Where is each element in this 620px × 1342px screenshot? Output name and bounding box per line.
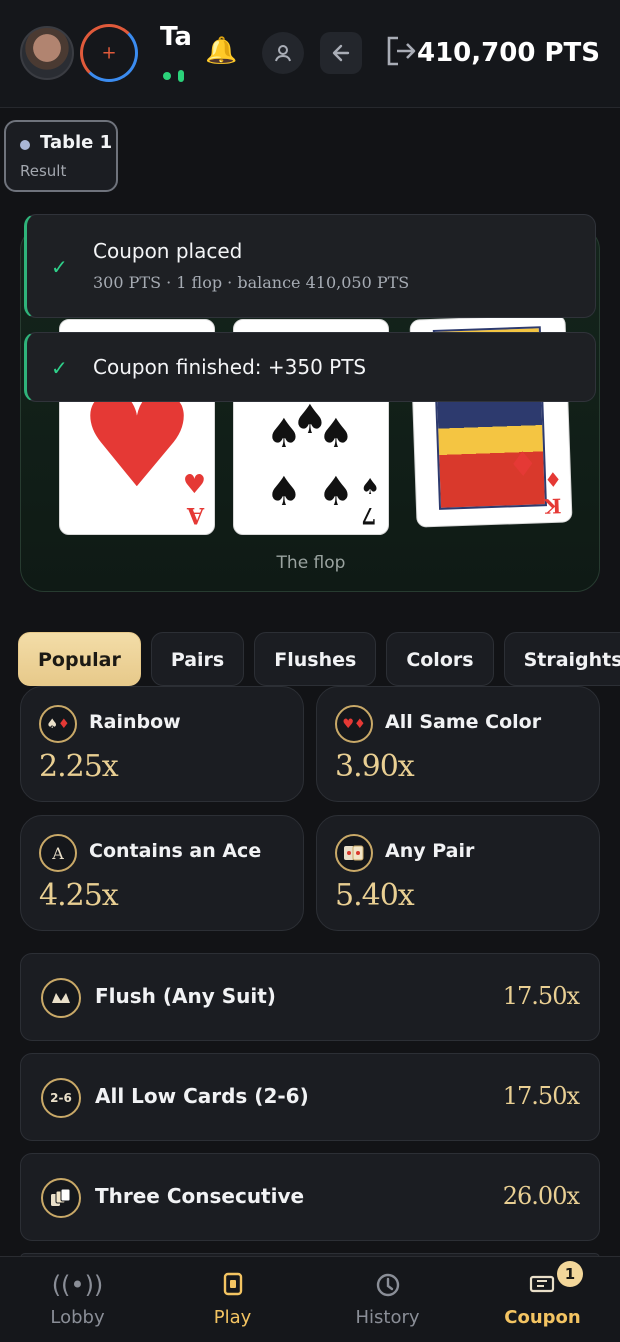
category-tabs: Popular Pairs Flushes Colors Straights: [18, 632, 620, 686]
check-icon: ✓: [51, 255, 68, 279]
ace-icon: A: [39, 834, 77, 872]
pair-icon: [335, 834, 373, 872]
spade-suit-icon: ♠: [360, 474, 380, 500]
bet-row-three-consecutive[interactable]: Three Consecutive 26.00x: [20, 1153, 600, 1241]
low-cards-icon: 2-6: [41, 1078, 81, 1118]
toast-title: Coupon finished: +350 PTS: [93, 355, 367, 379]
bet-label: Rainbow: [89, 711, 181, 733]
spade-pip: ♠: [318, 410, 354, 457]
table-selector[interactable]: Table 1 Result: [4, 120, 118, 192]
rainbow-suits-icon: ♠ ♦: [39, 705, 77, 743]
bet-tile-contains-ace[interactable]: A Contains an Ace 4.25x: [20, 815, 304, 931]
user-name: Ta: [160, 22, 190, 52]
nav-label: Lobby: [50, 1307, 105, 1328]
tab-flushes[interactable]: Flushes: [254, 632, 377, 686]
toast-title: Coupon placed: [93, 239, 243, 263]
bet-odds: 5.40x: [335, 878, 415, 913]
online-status-dot: [163, 72, 171, 80]
tab-popular[interactable]: Popular: [18, 632, 141, 686]
tab-pairs[interactable]: Pairs: [150, 632, 245, 686]
bet-label: Contains an Ace: [89, 840, 262, 862]
bet-odds: 4.25x: [39, 878, 119, 913]
bet-row-low-cards[interactable]: 2-6 All Low Cards (2-6) 17.50x: [20, 1053, 600, 1141]
bottom-nav: ((•)) Lobby Play History 1 Coupon: [0, 1256, 620, 1342]
bet-label: Three Consecutive: [95, 1184, 305, 1208]
top-header: + Ta 🔔 410,700 PTS: [0, 0, 620, 108]
card-rank: A: [186, 502, 204, 528]
toast-coupon-finished[interactable]: ✓ Coupon finished: +350 PTS: [24, 332, 596, 402]
level-ring-icon[interactable]: +: [80, 24, 138, 82]
bet-tile-any-pair[interactable]: Any Pair 5.40x: [316, 815, 600, 931]
logout-button[interactable]: [384, 34, 418, 76]
bet-label: Any Pair: [385, 840, 475, 862]
suit-pip: ♦: [543, 467, 563, 493]
card-rank: 7: [360, 502, 376, 528]
user-avatar[interactable]: [20, 26, 74, 80]
coupon-count-badge: 1: [557, 1261, 583, 1287]
status-text-truncated: [178, 70, 184, 82]
nav-label: Play: [213, 1307, 252, 1328]
bet-tile-rainbow[interactable]: ♠ ♦ Rainbow 2.25x: [20, 686, 304, 802]
nav-lobby[interactable]: ((•)) Lobby: [0, 1257, 155, 1342]
bet-odds: 26.00x: [502, 1182, 580, 1210]
logout-icon: [387, 36, 416, 66]
bet-label: Flush (Any Suit): [95, 984, 276, 1008]
bet-odds: 3.90x: [335, 749, 415, 784]
spade-pip: ♠: [266, 410, 302, 457]
coupon-icon: [465, 1271, 620, 1301]
flush-icon: [41, 978, 81, 1018]
diamond-suit-icon: ♦: [506, 444, 539, 486]
nav-coupon[interactable]: 1 Coupon: [465, 1257, 620, 1342]
profile-button[interactable]: [262, 32, 304, 74]
arrow-left-icon: [332, 44, 350, 62]
toast-coupon-placed[interactable]: ✓ Coupon placed 300 PTS · 1 flop · balan…: [24, 214, 596, 318]
broadcast-icon: ((•)): [51, 1271, 104, 1299]
tab-straights[interactable]: Straights: [503, 632, 620, 686]
nav-label: Coupon: [504, 1307, 581, 1328]
bet-odds: 2.25x: [39, 749, 119, 784]
tab-colors[interactable]: Colors: [386, 632, 494, 686]
nav-label: History: [355, 1307, 420, 1328]
toast-subtitle: 300 PTS · 1 flop · balance 410,050 PTS: [93, 273, 410, 292]
bet-odds: 17.50x: [502, 1082, 580, 1110]
bet-tile-all-same-color[interactable]: ♥♦ All Same Color 3.90x: [316, 686, 600, 802]
consecutive-cards-icon: [41, 1178, 81, 1218]
table-state: Result: [20, 162, 67, 180]
bet-row-flush[interactable]: Flush (Any Suit) 17.50x: [20, 953, 600, 1041]
history-icon: [310, 1271, 465, 1305]
nav-history[interactable]: History: [310, 1257, 465, 1342]
bet-label: All Same Color: [385, 711, 542, 733]
suit-pip: ♥: [182, 470, 206, 500]
nav-play[interactable]: Play: [155, 1257, 310, 1342]
check-icon: ✓: [51, 356, 68, 380]
bet-odds: 17.50x: [502, 982, 580, 1010]
points-balance: 410,700 PTS: [417, 38, 600, 68]
plus-icon: +: [101, 42, 117, 64]
bell-icon[interactable]: 🔔: [205, 36, 237, 66]
bet-label: All Low Cards (2-6): [95, 1084, 309, 1108]
back-button[interactable]: [320, 32, 362, 74]
spade-pip: ♠: [318, 468, 354, 515]
card-rank: K: [543, 493, 562, 519]
table-status-dot: [20, 140, 30, 150]
same-color-icon: ♥♦: [335, 705, 373, 743]
flop-caption: The flop: [276, 553, 346, 573]
play-cards-icon: [155, 1271, 310, 1303]
user-icon: [275, 45, 291, 62]
spade-pip: ♠: [266, 468, 302, 515]
table-name: Table 1: [40, 132, 113, 153]
